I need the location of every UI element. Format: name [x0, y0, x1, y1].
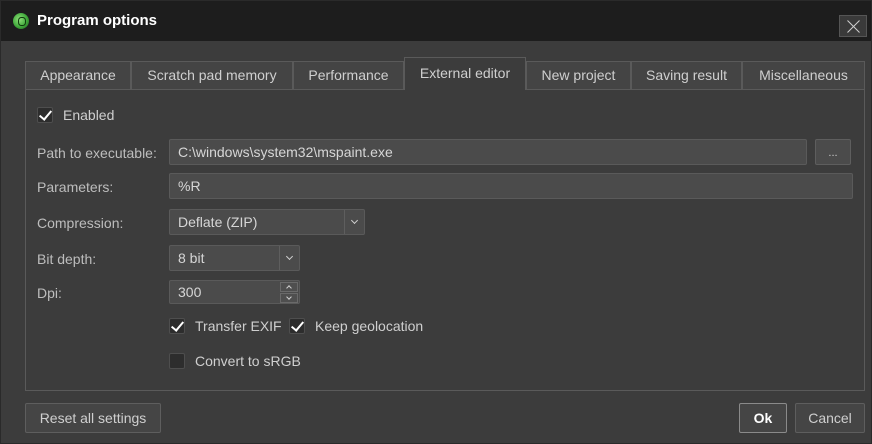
close-button[interactable]: [839, 15, 867, 37]
spin-down-button[interactable]: [280, 293, 298, 303]
parameters-input[interactable]: [169, 173, 853, 199]
dpi-spinner[interactable]: 300: [169, 280, 300, 304]
compression-value: Deflate (ZIP): [178, 214, 258, 230]
enabled-checkbox[interactable]: [37, 107, 53, 123]
app-logo-icon: [13, 13, 29, 29]
dpi-label: Dpi:: [37, 285, 62, 301]
reset-all-settings-button[interactable]: Reset all settings: [25, 403, 161, 433]
external-editor-panel: [25, 89, 865, 391]
transfer-exif-label: Transfer EXIF: [195, 318, 282, 334]
convert-srgb-checkbox[interactable]: [169, 353, 185, 369]
spin-up-button[interactable]: [280, 282, 298, 292]
browse-button[interactable]: ...: [815, 139, 851, 165]
convert-srgb-label: Convert to sRGB: [195, 353, 301, 369]
tab-scratch-pad-memory[interactable]: Scratch pad memory: [131, 61, 293, 89]
cancel-button[interactable]: Cancel: [795, 403, 865, 433]
enabled-label: Enabled: [63, 107, 115, 123]
parameters-label: Parameters:: [37, 179, 114, 195]
compression-dropdown[interactable]: Deflate (ZIP): [169, 209, 365, 235]
chevron-down-icon: [279, 246, 299, 270]
bit-depth-label: Bit depth:: [37, 251, 97, 267]
ok-button[interactable]: Ok: [739, 403, 787, 433]
tab-saving-result[interactable]: Saving result: [631, 61, 742, 89]
window-title: Program options: [37, 12, 158, 29]
tab-performance[interactable]: Performance: [293, 61, 404, 89]
keep-geolocation-checkbox[interactable]: [289, 318, 305, 334]
title-bar: Program options: [1, 1, 871, 41]
tab-external-editor[interactable]: External editor: [404, 57, 526, 90]
keep-geolocation-label: Keep geolocation: [315, 318, 424, 334]
path-input[interactable]: [169, 139, 807, 165]
transfer-exif-checkbox[interactable]: [169, 318, 185, 334]
tab-appearance[interactable]: Appearance: [25, 61, 131, 89]
compression-label: Compression:: [37, 215, 124, 231]
bit-depth-value: 8 bit: [178, 250, 205, 266]
dpi-value: 300: [178, 284, 202, 300]
tab-miscellaneous[interactable]: Miscellaneous: [742, 61, 865, 89]
bit-depth-dropdown[interactable]: 8 bit: [169, 245, 300, 271]
chevron-down-icon: [344, 210, 364, 234]
tab-new-project[interactable]: New project: [526, 61, 631, 89]
program-options-dialog: Program options Appearance Scratch pad m…: [0, 0, 872, 444]
path-label: Path to executable:: [37, 145, 157, 161]
